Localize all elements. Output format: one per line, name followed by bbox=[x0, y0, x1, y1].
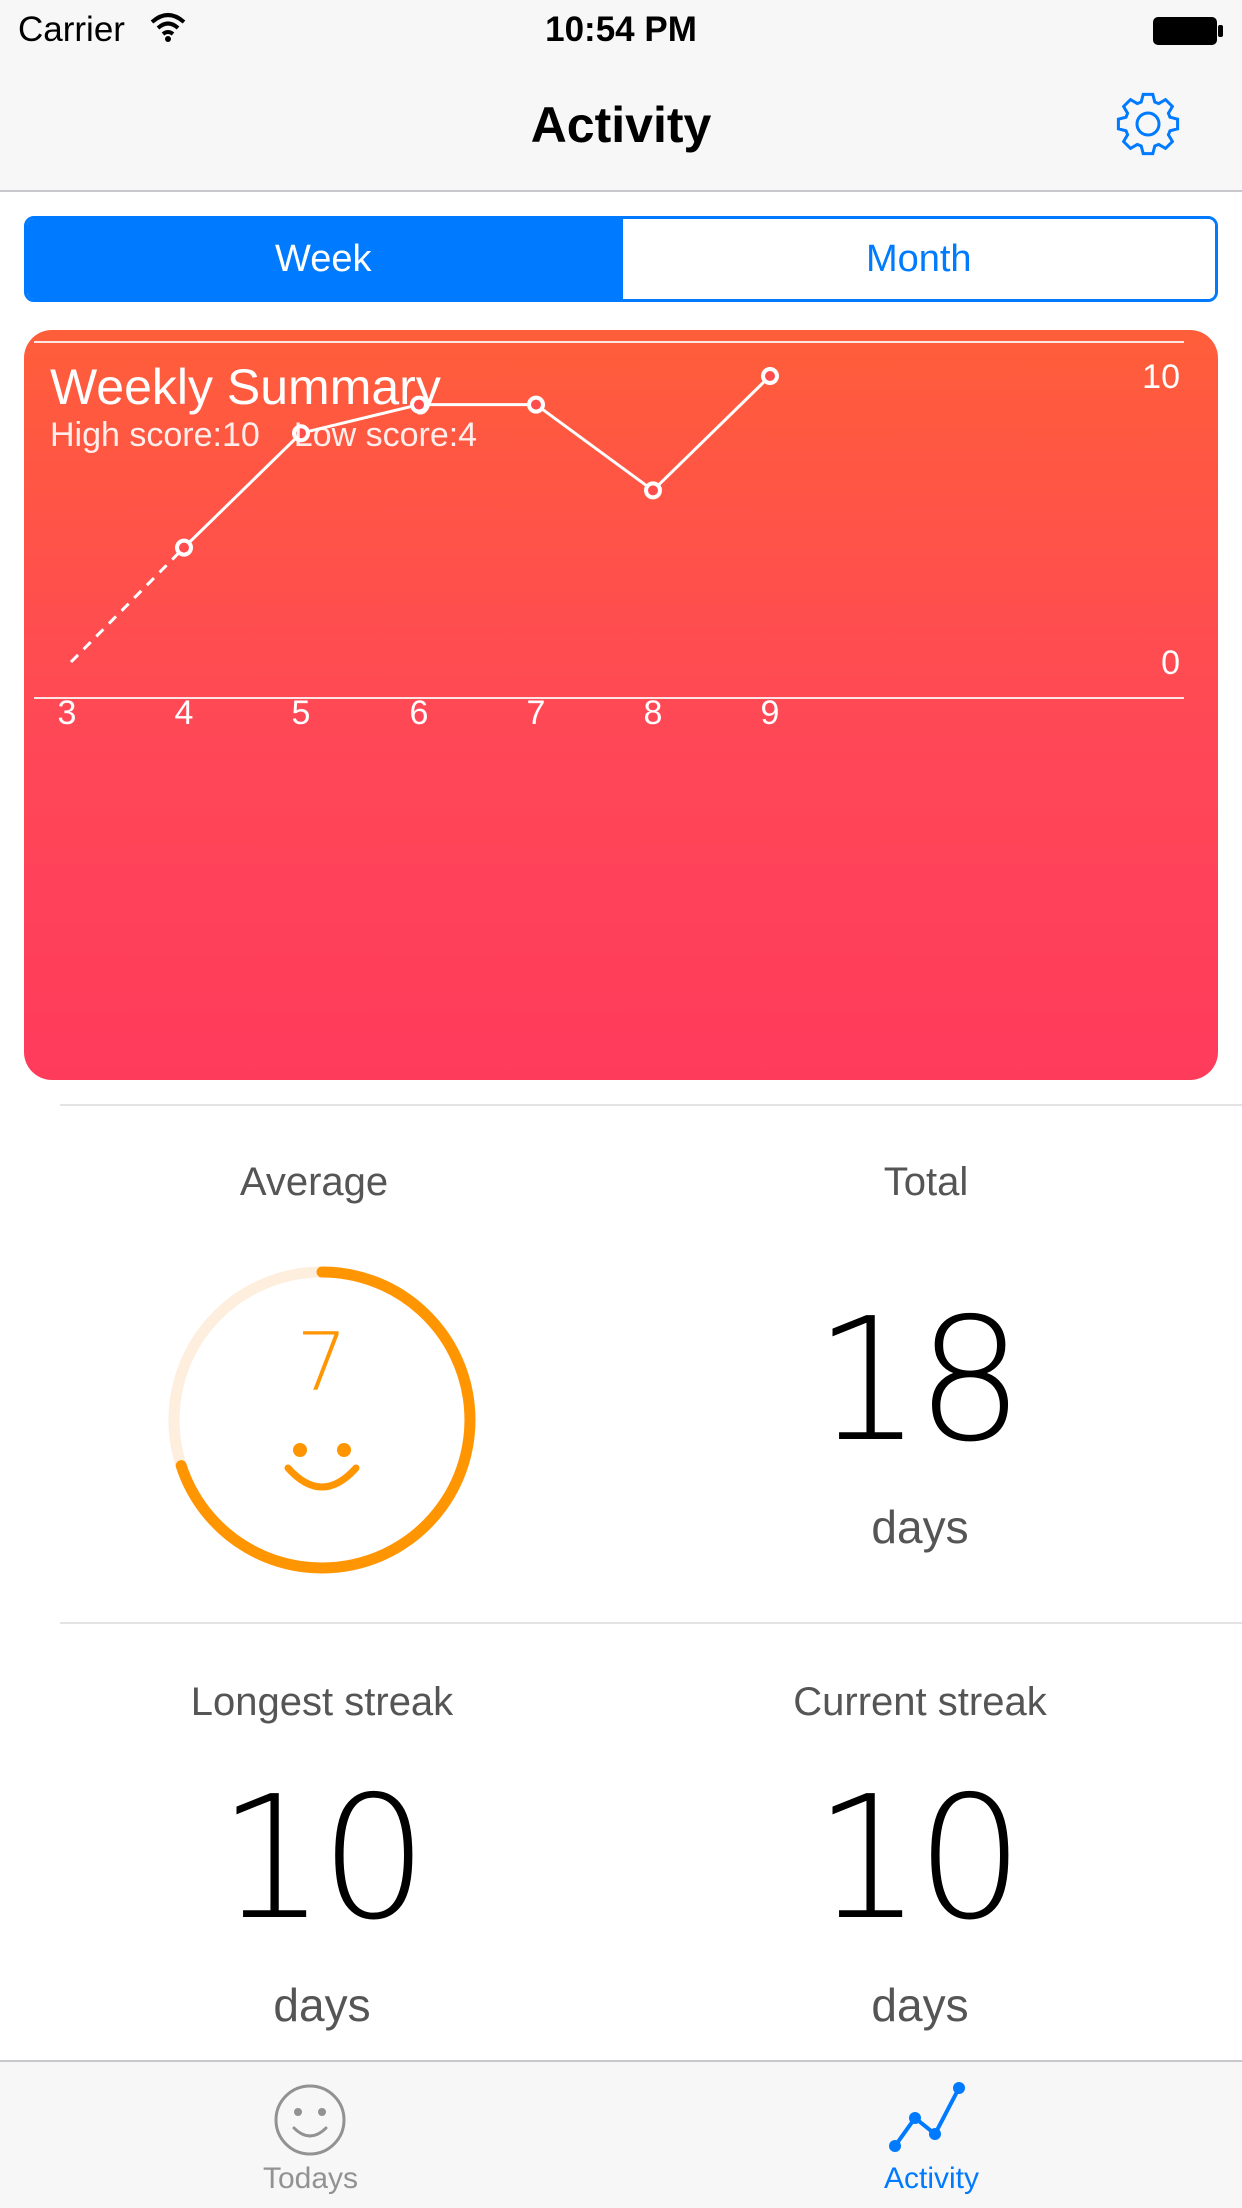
weekly-summary-card: 3 4 5 6 7 8 9 10 0 Weekly Summary High score:10 L… bbox=[24, 330, 1218, 1080]
divider bbox=[60, 1622, 1242, 1624]
divider bbox=[60, 1104, 1242, 1106]
total-label: Total bbox=[883, 1160, 969, 1204]
x-tick-label: 4 bbox=[175, 694, 194, 732]
current-streak-label: Current streak bbox=[793, 1680, 1047, 1724]
data-point bbox=[644, 481, 662, 500]
y-tick-label: 10 bbox=[1142, 358, 1180, 396]
low-score: Low score:4 bbox=[293, 416, 478, 454]
total-value: 18 bbox=[813, 1282, 1024, 1480]
tab-bar: Todays Activity bbox=[0, 2060, 1242, 2208]
data-point bbox=[761, 367, 779, 385]
tab-todays[interactable]: Todays bbox=[0, 2062, 621, 2208]
y-tick-label: 0 bbox=[1161, 644, 1180, 682]
smiley-icon bbox=[274, 2084, 346, 2156]
longest-streak-label: Longest streak bbox=[190, 1680, 454, 1724]
x-tick-label: 5 bbox=[292, 694, 311, 732]
x-tick-label: 7 bbox=[527, 694, 546, 732]
period-segmented-control: Week Month bbox=[24, 216, 1218, 302]
card-title: Weekly Summary bbox=[50, 359, 441, 415]
x-tick-label: 9 bbox=[761, 694, 780, 732]
navigation-bar: Activity bbox=[0, 60, 1242, 192]
score-range: High score:10 Low score:4 bbox=[50, 416, 477, 455]
segment-month[interactable]: Month bbox=[619, 219, 1215, 299]
tab-todays-label: Todays bbox=[262, 2162, 359, 2195]
x-tick-label: 8 bbox=[644, 694, 663, 732]
average-progress-ring bbox=[168, 1266, 476, 1574]
current-streak-unit: days bbox=[871, 1979, 969, 2031]
average-label: Average bbox=[239, 1160, 389, 1204]
high-score: High score:10 bbox=[50, 416, 260, 454]
total-unit: days bbox=[871, 1501, 969, 1553]
gear-icon[interactable] bbox=[1112, 88, 1184, 160]
battery-icon bbox=[1153, 17, 1223, 45]
segment-week[interactable]: Week bbox=[27, 219, 620, 299]
x-tick-label: 6 bbox=[410, 694, 429, 732]
data-point bbox=[175, 538, 193, 557]
current-streak-value: 10 bbox=[813, 1760, 1024, 1958]
longest-streak-value: 10 bbox=[217, 1760, 428, 1958]
data-point bbox=[527, 395, 545, 414]
average-value: 7 bbox=[296, 1316, 348, 1409]
status-time: 10:54 PM bbox=[545, 10, 697, 49]
chart-icon bbox=[889, 2082, 965, 2152]
smiley-icon bbox=[284, 1443, 360, 1491]
page-title: Activity bbox=[530, 97, 712, 153]
longest-streak-unit: days bbox=[273, 1979, 371, 2031]
tab-activity-label: Activity bbox=[883, 2162, 979, 2195]
dashed-segment bbox=[69, 546, 186, 664]
x-tick-label: 3 bbox=[58, 694, 77, 732]
tab-activity[interactable]: Activity bbox=[621, 2062, 1242, 2208]
status-bar: Carrier 10:54 PM bbox=[0, 0, 1242, 60]
